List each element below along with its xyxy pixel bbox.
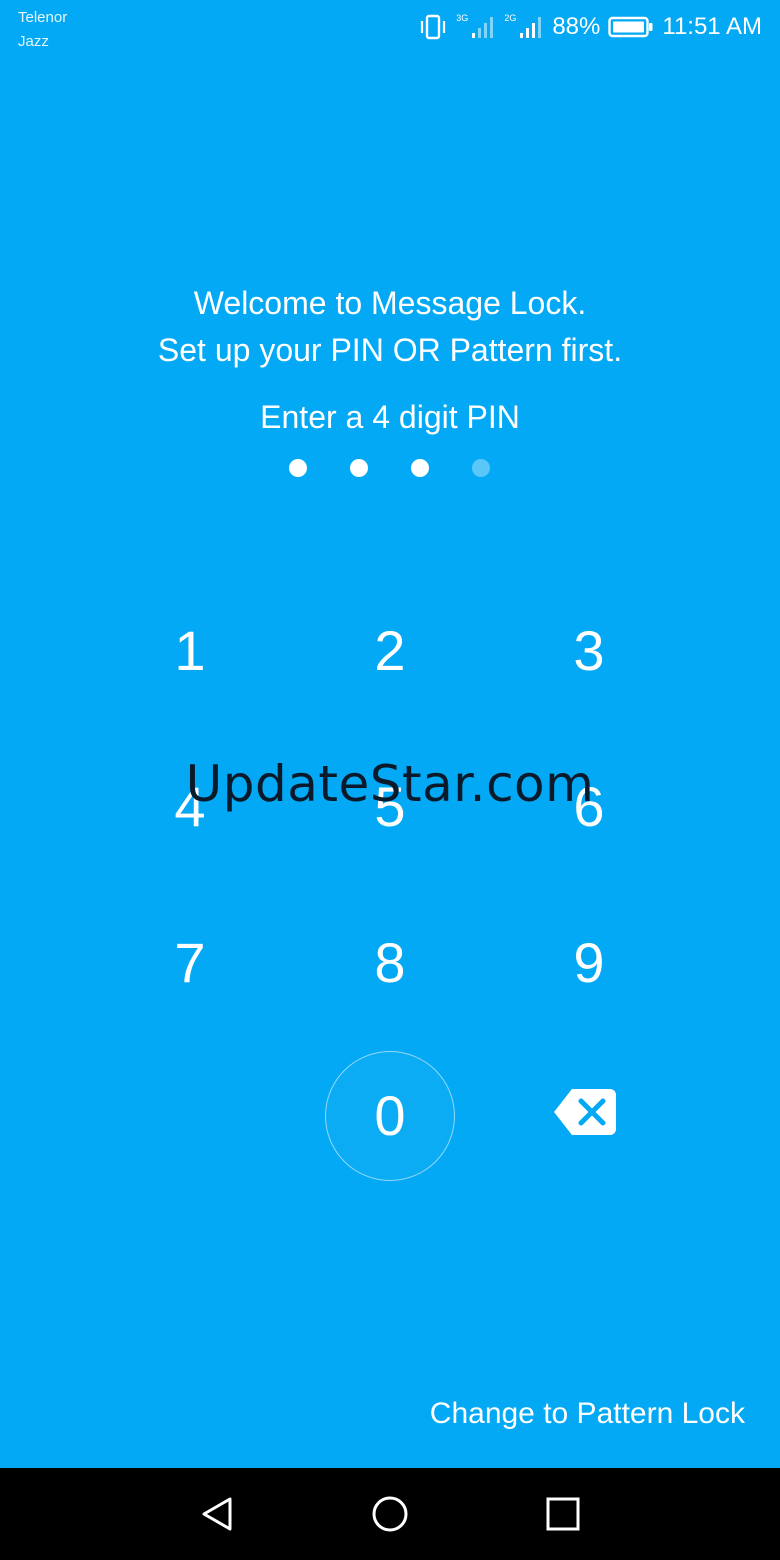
- welcome-line-2: Set up your PIN OR Pattern first.: [157, 332, 623, 368]
- key-1[interactable]: 1: [125, 586, 255, 716]
- key-0[interactable]: 0: [325, 1051, 455, 1181]
- welcome-message: Welcome to Message Lock. Set up your PIN…: [0, 280, 780, 374]
- key-8[interactable]: 8: [325, 898, 455, 1028]
- back-icon: [197, 1494, 237, 1539]
- watermark: UpdateStar.com: [185, 755, 595, 813]
- backspace-button[interactable]: [520, 1051, 650, 1181]
- pin-prompt: Enter a 4 digit PIN: [260, 399, 520, 435]
- pin-dot-filled: [350, 459, 368, 477]
- key-9[interactable]: 9: [524, 898, 654, 1028]
- battery-icon: [608, 15, 654, 39]
- signal-icon: [518, 15, 544, 39]
- recents-button[interactable]: [541, 1494, 585, 1538]
- key-7[interactable]: 7: [125, 898, 255, 1028]
- carrier-line-1: Telenor: [18, 9, 68, 26]
- vibrate-icon: [418, 14, 448, 40]
- key-3[interactable]: 3: [524, 586, 654, 716]
- status-icons: 3G 2G 88% 11:51 AM: [418, 10, 762, 44]
- home-icon: [370, 1494, 410, 1539]
- network-type-2: 2G: [504, 13, 517, 23]
- pin-indicator: [289, 459, 491, 477]
- home-button[interactable]: [368, 1494, 412, 1538]
- carrier-line-2: Jazz: [18, 33, 49, 50]
- backspace-icon: [552, 1085, 618, 1148]
- recents-icon: [543, 1494, 583, 1539]
- signal-icon: [470, 15, 496, 39]
- pin-dot-empty: [472, 459, 490, 477]
- status-bar: Telenor Jazz 3G 2G 88% 11:51 AM: [0, 0, 780, 56]
- pin-dot-filled: [411, 459, 429, 477]
- key-2[interactable]: 2: [325, 586, 455, 716]
- navigation-bar: [0, 1468, 780, 1560]
- back-button[interactable]: [195, 1494, 239, 1538]
- battery-percent: 88%: [552, 13, 601, 40]
- pin-dot-filled: [289, 459, 307, 477]
- change-to-pattern-button[interactable]: Change to Pattern Lock: [430, 1394, 745, 1434]
- carrier-label: Telenor Jazz: [18, 6, 67, 54]
- network-type-1: 3G: [456, 13, 469, 23]
- welcome-line-1: Welcome to Message Lock.: [193, 285, 587, 321]
- clock: 11:51 AM: [662, 13, 762, 40]
